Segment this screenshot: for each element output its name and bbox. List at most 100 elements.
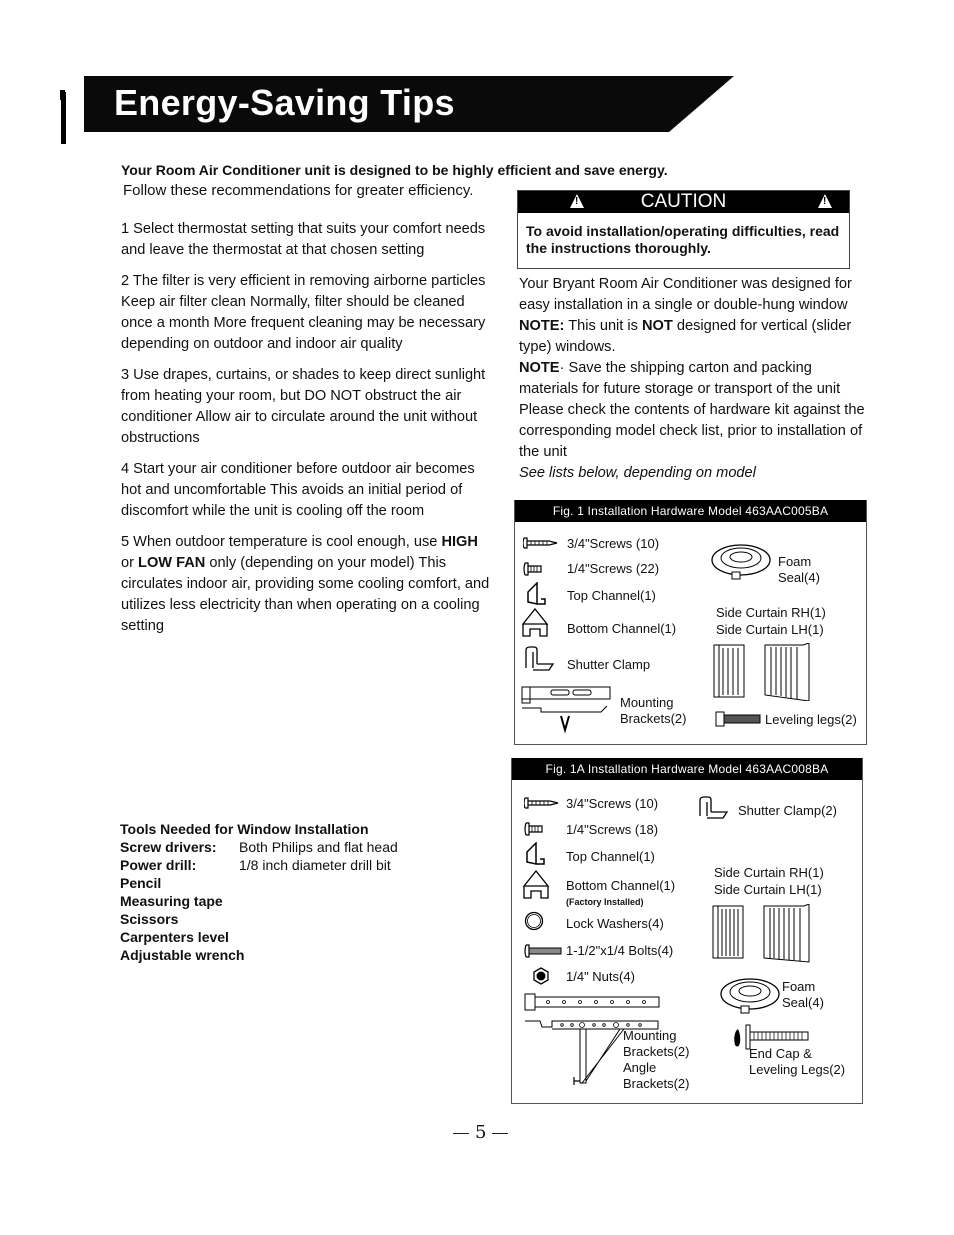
tools-row-value: 1/8 inch diameter drill bit	[239, 857, 391, 873]
caution-text: To avoid installation/operating difficul…	[526, 223, 840, 256]
tools-item: Measuring tape	[120, 893, 223, 909]
fig1-item-shutter-clamp: Shutter Clamp	[567, 657, 651, 672]
fig1-item-mounting-1: Mounting	[620, 695, 674, 710]
fig1-title: Fig. 1 Installation Hardware Model 463AA…	[515, 500, 866, 522]
install-italic-note: See lists below, depending on model	[519, 465, 756, 481]
fig1-item-foam-2: Seal(4)	[778, 570, 820, 585]
dash-decoration	[492, 1132, 509, 1134]
foam-seal-icon	[711, 544, 771, 580]
shutter-clamp-icon	[525, 646, 555, 671]
fig1-hardware-box: Fig. 1 Installation Hardware Model 463AA…	[514, 500, 867, 745]
page-number: 5	[447, 1122, 514, 1143]
note-label: NOTE:	[519, 318, 565, 334]
fig1a-item-foam-1: Foam	[782, 979, 816, 994]
tools-row: Screw drivers: Both Philips and flat head	[120, 838, 398, 856]
note-label: NOTE	[519, 360, 560, 376]
fig1a-item-bolts: 1-1/2"x1/4 Bolts(4)	[566, 943, 674, 958]
fig1-item-bottom-channel: Bottom Channel(1)	[567, 621, 677, 636]
intro-bold-text: Your Room Air Conditioner unit is design…	[121, 162, 668, 178]
fig1a-item-endcap-1: End Cap &	[749, 1046, 812, 1061]
section-banner: Energy-Saving Tips	[84, 76, 734, 132]
caution-box: CAUTION To avoid installation/operating …	[517, 190, 850, 269]
tools-item: Scissors	[120, 911, 179, 927]
tools-item: Carpenters level	[120, 929, 229, 945]
tip-item: 3 Use drapes, curtains, or shades to kee…	[121, 367, 486, 446]
top-channel-icon	[526, 842, 545, 865]
tip-emphasis: LOW FAN	[138, 555, 206, 571]
tip-item: 5 When outdoor temperature is cool enoug…	[121, 532, 491, 637]
tip-item: 2 The filter is very efficient in removi…	[121, 273, 486, 352]
fig1a-title: Fig. 1A Installation Hardware Model 463A…	[512, 758, 862, 780]
fig1a-item-shutter-clamp: Shutter Clamp(2)	[738, 803, 837, 818]
tip-item: 4 Start your air conditioner before outd…	[121, 461, 475, 519]
warning-triangle-icon	[818, 194, 832, 208]
mounting-bracket-icon	[521, 686, 611, 734]
fig1a-item-nuts: 1/4" Nuts(4)	[566, 969, 635, 984]
margin-mark	[61, 92, 66, 144]
side-curtain-icon	[713, 643, 810, 701]
fig1a-item-mounting-1: Mounting	[623, 1028, 677, 1043]
lock-washer-icon	[524, 911, 544, 931]
fig1a-item-mounting-2: Brackets(2)	[623, 1044, 690, 1059]
fig1-item-top-channel: Top Channel(1)	[567, 588, 656, 603]
page-number-value: 5	[475, 1122, 487, 1143]
shutter-clamp-icon	[699, 796, 729, 819]
factory-installed-note: (Factory Installed)	[566, 897, 644, 907]
tools-item: Adjustable wrench	[120, 947, 245, 963]
tip-text: 5 When outdoor temperature is cool enoug…	[121, 534, 442, 550]
bolt-icon	[524, 944, 562, 958]
fig1a-item-top-channel: Top Channel(1)	[566, 849, 655, 864]
fig1a-item-angle-1: Angle	[623, 1060, 657, 1075]
fig1a-item-angle-2: Brackets(2)	[623, 1076, 690, 1091]
tools-heading: Tools Needed for Window Installation	[120, 821, 369, 837]
fig1a-item-side-lh: Side Curtain LH(1)	[714, 882, 822, 897]
note-emphasis: NOT	[642, 318, 673, 334]
install-paragraph: Your Bryant Room Air Conditioner was des…	[519, 276, 852, 313]
fig1a-item-screws14: 1/4"Screws (18)	[566, 822, 659, 837]
fig1a-item-foam-2: Seal(4)	[782, 995, 824, 1010]
tip-emphasis: HIGH	[441, 534, 478, 550]
tip-text: or	[121, 555, 139, 571]
bottom-channel-icon	[521, 608, 549, 637]
bottom-channel-label: Bottom Channel(1)	[566, 878, 676, 893]
leveling-leg-icon	[715, 711, 761, 727]
fig1-item-mounting-2: Brackets(2)	[620, 711, 687, 726]
installation-text: Your Bryant Room Air Conditioner was des…	[519, 274, 869, 484]
short-screw-icon	[523, 562, 542, 576]
fig1-item-foam-1: Foam	[778, 554, 812, 569]
tools-section: Tools Needed for Window Installation Scr…	[120, 820, 398, 964]
fig1a-hardware-box: Fig. 1A Installation Hardware Model 463A…	[511, 758, 863, 1104]
page-title: Energy-Saving Tips	[114, 82, 455, 123]
install-paragraph: This unit is	[564, 318, 642, 334]
tools-row: Power drill: 1/8 inch diameter drill bit	[120, 856, 398, 874]
tools-row-label: Power drill:	[120, 857, 197, 873]
dash-decoration	[453, 1132, 469, 1134]
tools-row-label: Screw drivers:	[120, 839, 217, 855]
fig1-item-side-rh: Side Curtain RH(1)	[716, 605, 826, 620]
fig1a-item-endcap-2: Leveling Legs(2)	[749, 1062, 846, 1077]
intro-text: Follow these recommendations for greater…	[123, 182, 474, 199]
fig1a-item-screws34: 3/4"Screws (10)	[566, 796, 659, 811]
fig1-item-leveling: Leveling legs(2)	[765, 712, 857, 727]
bottom-channel-icon	[522, 870, 550, 899]
side-curtain-icon	[712, 904, 810, 963]
tools-row-value: Both Philips and flat head	[239, 839, 398, 855]
tip-item: 1 Select thermostat setting that suits y…	[121, 221, 486, 258]
caution-header: CAUTION	[518, 191, 849, 213]
fig1-item-screws34: 3/4"Screws (10)	[567, 536, 660, 551]
long-screw-icon	[523, 537, 558, 549]
foam-seal-icon	[720, 978, 780, 1014]
tips-list: 1 Select thermostat setting that suits y…	[121, 219, 491, 647]
nut-icon	[533, 967, 549, 985]
long-screw-icon	[524, 797, 559, 809]
tools-item: Pencil	[120, 875, 162, 891]
top-channel-icon	[527, 582, 546, 605]
fig1a-item-bottom-channel: Bottom Channel(1) (Factory Installed)	[566, 878, 675, 910]
fig1a-item-lock-washers: Lock Washers(4)	[566, 916, 664, 931]
install-paragraph: · Save the shipping carton and packing m…	[519, 360, 865, 460]
fig1-item-side-lh: Side Curtain LH(1)	[716, 622, 824, 637]
short-screw-icon	[524, 822, 543, 836]
fig1a-item-side-rh: Side Curtain RH(1)	[714, 865, 824, 880]
caution-label: CAUTION	[640, 191, 727, 212]
fig1-item-screws14: 1/4"Screws (22)	[567, 561, 660, 576]
